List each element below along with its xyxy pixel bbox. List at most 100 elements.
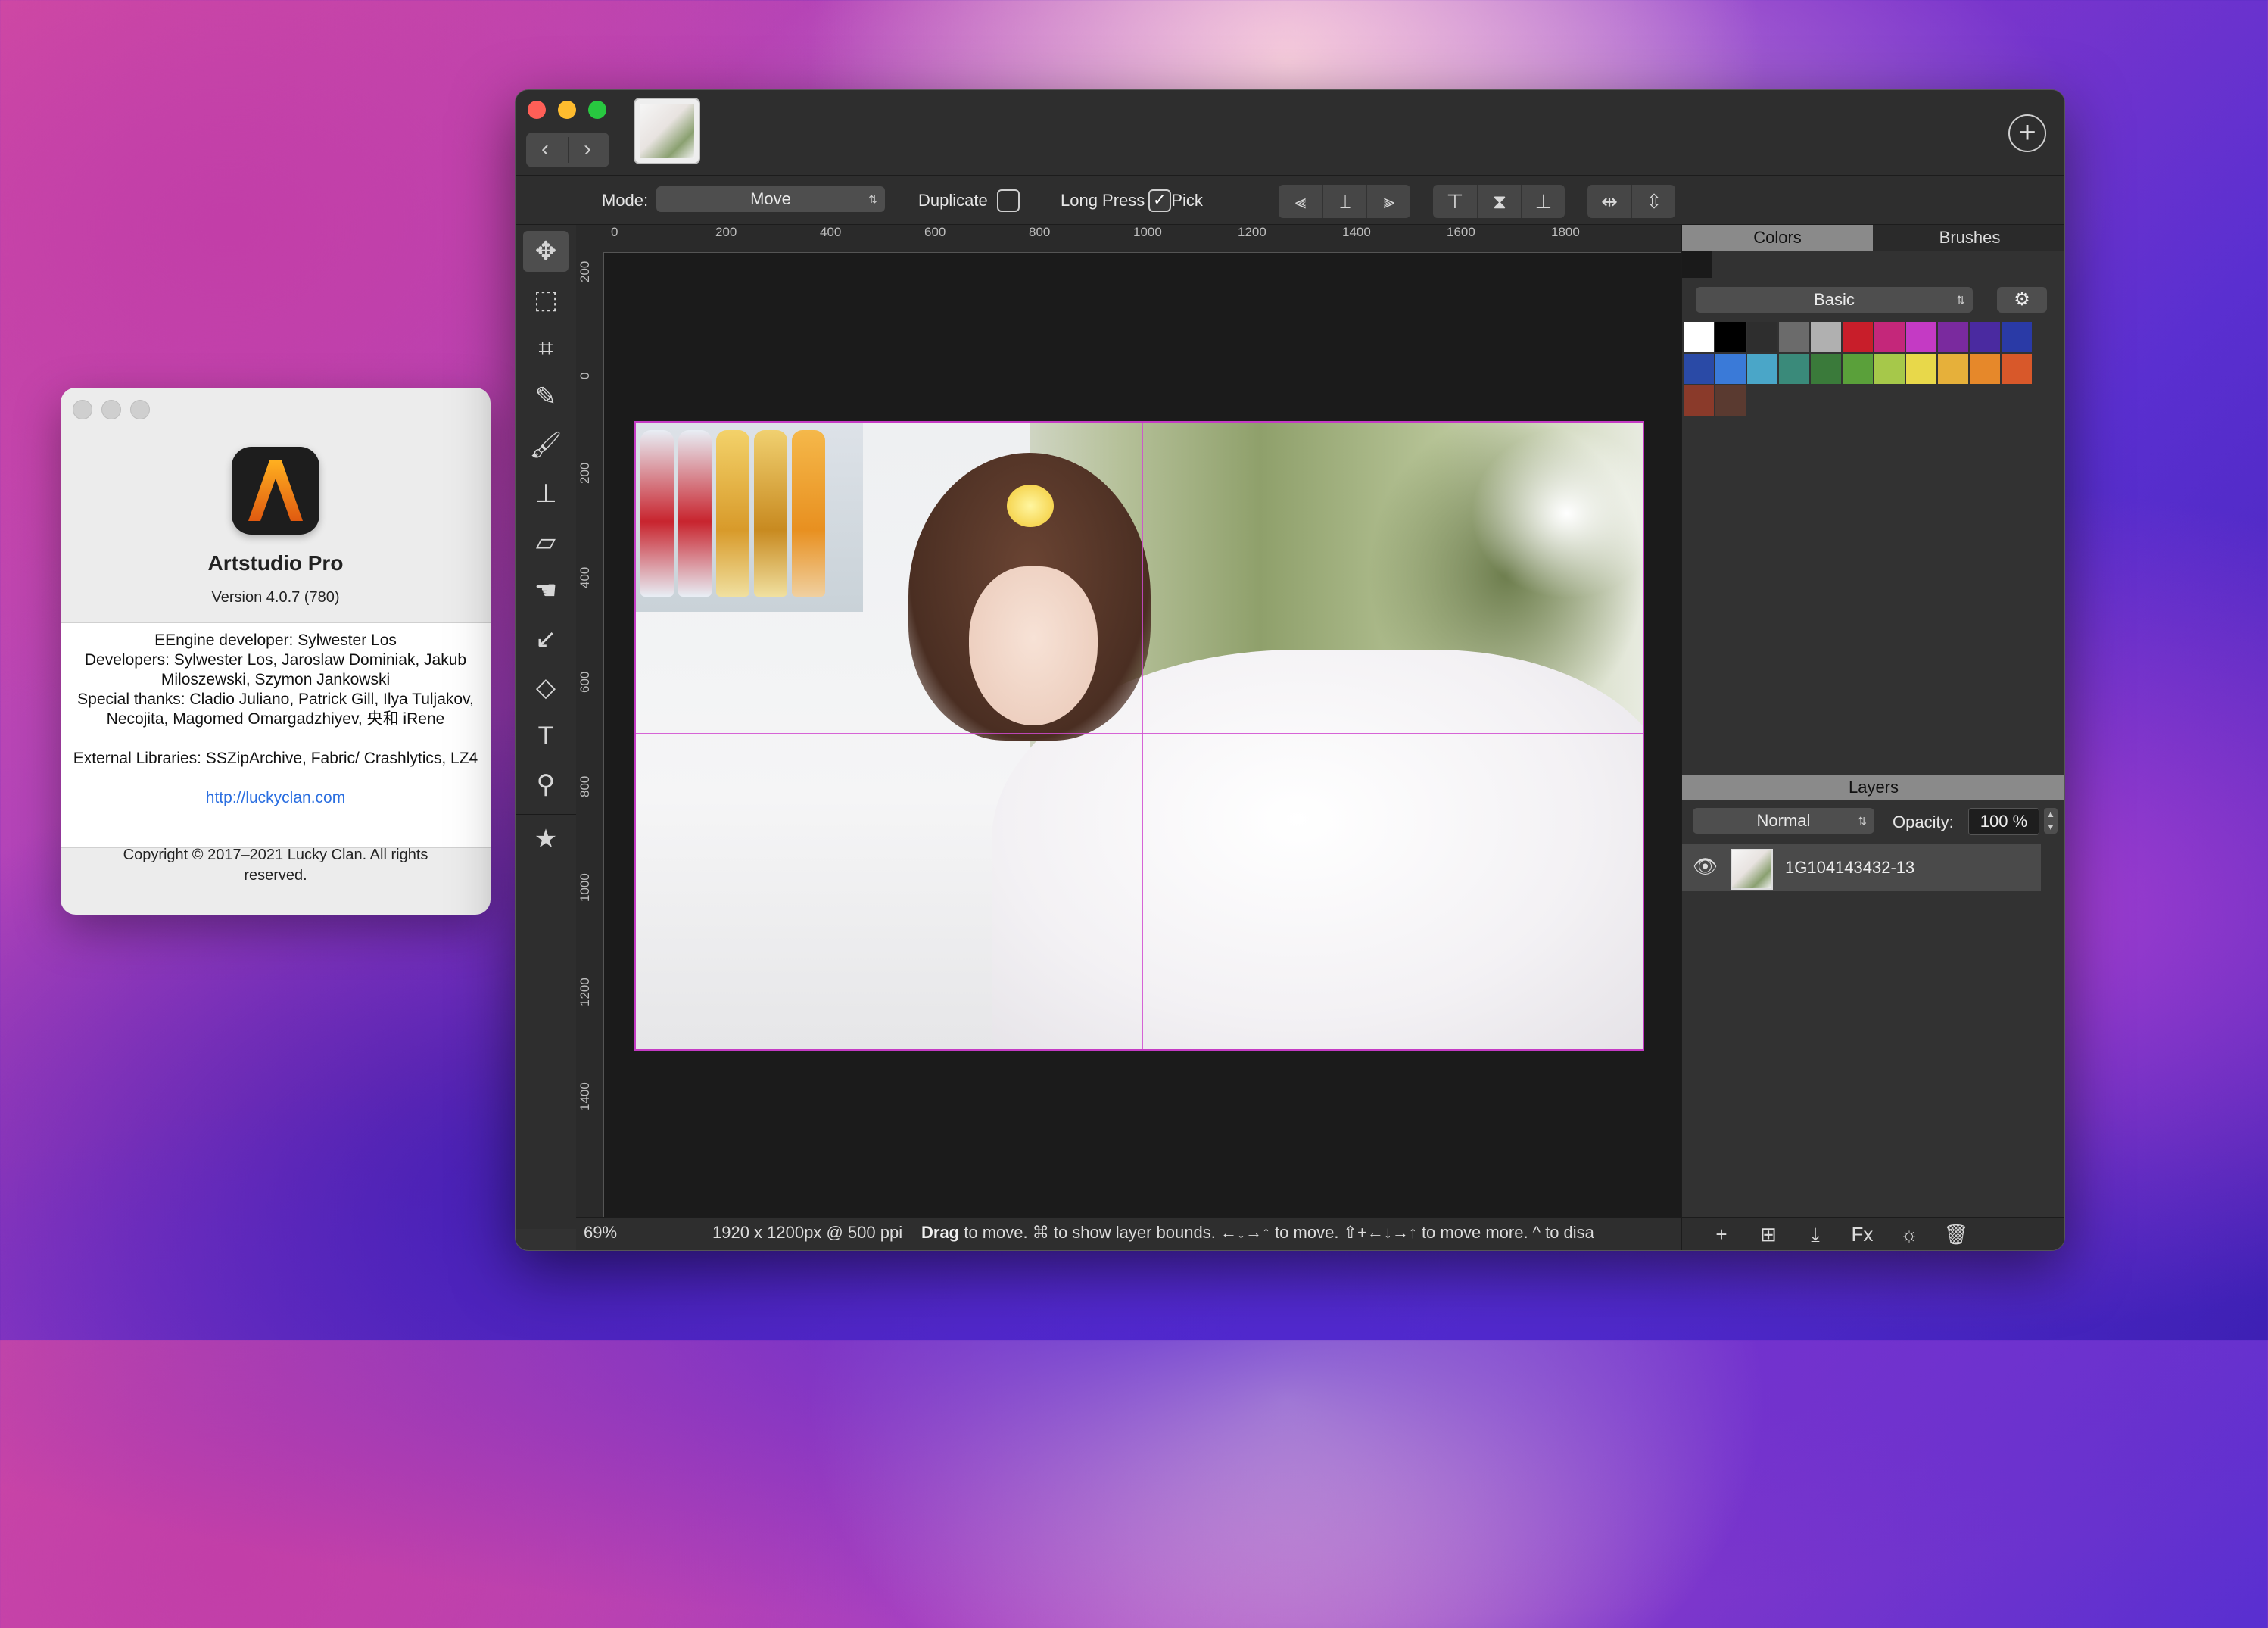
color-swatch[interactable] xyxy=(1684,354,1714,384)
distribute-h-icon[interactable]: ⇹ xyxy=(1587,185,1631,218)
color-swatch[interactable] xyxy=(1874,322,1905,352)
align-top-icon[interactable]: ⊤ xyxy=(1433,185,1477,218)
duplicate-checkbox[interactable] xyxy=(997,189,1020,212)
add-group-icon[interactable]: ⊞ xyxy=(1750,1221,1787,1248)
ruler-label: 400 xyxy=(578,566,592,588)
right-panel: Colors Brushes Basic ⇅ ⚙ Layers Normal ⇅… xyxy=(1681,225,2064,1250)
artstudio-window: ‹ › + Mode: Move ⇅ Duplicate Long Press … xyxy=(515,89,2065,1251)
app-icon xyxy=(232,447,319,535)
minimize-button[interactable] xyxy=(558,101,576,119)
opacity-field[interactable]: 100 % xyxy=(1968,808,2039,835)
credit-line: Special thanks: Cladio Juliano, Patrick … xyxy=(77,691,474,728)
color-swatch[interactable] xyxy=(1779,354,1809,384)
align-center-h-icon[interactable]: ⌶ xyxy=(1322,185,1367,218)
color-swatch[interactable] xyxy=(1970,354,2000,384)
stamp-tool-icon[interactable]: ⊥ xyxy=(523,473,569,514)
minimize-button[interactable] xyxy=(101,400,121,419)
horizontal-guide[interactable] xyxy=(636,733,1643,734)
eye-icon[interactable]: 👁 xyxy=(1693,855,1718,878)
merge-down-icon[interactable]: ⤓ xyxy=(1797,1221,1833,1248)
color-swatch[interactable] xyxy=(1715,354,1746,384)
color-swatch[interactable] xyxy=(1811,322,1841,352)
vertical-guide[interactable] xyxy=(1142,423,1143,1049)
gear-icon[interactable]: ⚙ xyxy=(1997,287,2047,313)
color-swatch[interactable] xyxy=(1779,322,1809,352)
status-bar: 69% 1920 x 1200px @ 500 ppi Drag to move… xyxy=(576,1217,1742,1250)
adjustments-icon[interactable]: ☼ xyxy=(1891,1221,1927,1248)
forward-button[interactable]: › xyxy=(584,136,591,162)
hint-bold: Drag xyxy=(921,1223,960,1242)
align-bottom-icon[interactable]: ⊥ xyxy=(1521,185,1565,218)
zoom-tool-icon[interactable]: ⚲ xyxy=(523,764,569,805)
fx-icon[interactable]: Fx xyxy=(1844,1221,1880,1248)
ruler-label: 200 xyxy=(715,225,737,239)
canvas-area[interactable] xyxy=(604,253,1742,1228)
favorites-star-icon[interactable]: ★ xyxy=(523,819,569,859)
document-info: 1920 x 1200px @ 500 ppi xyxy=(712,1223,903,1242)
fill-tool-icon[interactable]: ◇ xyxy=(523,667,569,708)
align-middle-icon[interactable]: ⧗ xyxy=(1477,185,1522,218)
color-swatch[interactable] xyxy=(1684,322,1714,352)
close-button[interactable] xyxy=(528,101,546,119)
color-swatch[interactable] xyxy=(1843,322,1873,352)
crop-tool-icon[interactable]: ⌗ xyxy=(523,328,569,369)
tab-colors[interactable]: Colors xyxy=(1682,225,1873,251)
options-bar: Mode: Move ⇅ Duplicate Long Press To Pic… xyxy=(516,176,2064,225)
align-right-icon[interactable]: ⫸ xyxy=(1366,185,1411,218)
ruler-label: 1600 xyxy=(1447,225,1475,239)
color-swatch[interactable] xyxy=(1747,322,1777,352)
website-link[interactable]: http://luckyclan.com xyxy=(71,788,480,808)
eraser-tool-icon[interactable]: ▱ xyxy=(523,522,569,563)
align-left-icon[interactable]: ⫷ xyxy=(1279,185,1322,218)
document-thumbnail[interactable] xyxy=(634,98,700,164)
color-swatch[interactable] xyxy=(2002,354,2032,384)
horizontal-align-group: ⫷ ⌶ ⫸ xyxy=(1279,185,1410,218)
zoom-button[interactable] xyxy=(588,101,606,119)
color-swatch[interactable] xyxy=(1747,354,1777,384)
move-tool-icon[interactable]: ✥ xyxy=(523,231,569,272)
back-button[interactable]: ‹ xyxy=(541,136,549,162)
canvas-photo[interactable] xyxy=(634,421,1644,1051)
blur-tool-icon[interactable]: ↙ xyxy=(523,619,569,660)
add-layer-icon[interactable]: + xyxy=(1703,1221,1740,1248)
layer-row[interactable]: 👁 1G104143432-13 xyxy=(1682,844,2041,891)
tools-bar: ✥ ⬚ ⌗ ✎ 🖌 ⊥ ▱ ☚ ↙ ◇ T ⚲ ★ xyxy=(516,225,577,1229)
color-swatch[interactable] xyxy=(1684,385,1714,416)
color-swatch[interactable] xyxy=(1906,354,1936,384)
color-swatch[interactable] xyxy=(1970,322,2000,352)
opacity-stepper[interactable]: ▲ ▼ xyxy=(2044,808,2058,834)
vertical-align-group: ⊤ ⧗ ⊥ xyxy=(1433,185,1565,218)
color-swatch[interactable] xyxy=(1715,322,1746,352)
current-color[interactable] xyxy=(1682,251,1712,278)
ruler-label: 1400 xyxy=(1342,225,1371,239)
palette-select[interactable]: Basic ⇅ xyxy=(1696,287,1973,313)
text-tool-icon[interactable]: T xyxy=(523,716,569,756)
zoom-button[interactable] xyxy=(130,400,150,419)
title-bar: ‹ › + xyxy=(516,90,2064,176)
color-swatch[interactable] xyxy=(1715,385,1746,416)
close-button[interactable] xyxy=(73,400,92,419)
longpress-checkbox[interactable]: ✓ xyxy=(1148,189,1171,212)
trash-icon[interactable]: 🗑 xyxy=(1938,1221,1974,1248)
distribute-v-icon[interactable]: ⇳ xyxy=(1631,185,1676,218)
brush-tool-icon[interactable]: 🖌 xyxy=(523,425,569,466)
plus-circle-icon[interactable]: + xyxy=(2008,114,2046,152)
color-swatch[interactable] xyxy=(1938,354,1968,384)
color-swatch[interactable] xyxy=(2002,322,2032,352)
color-swatch[interactable] xyxy=(1843,354,1873,384)
ruler-label: 0 xyxy=(578,372,592,379)
color-swatch[interactable] xyxy=(1874,354,1905,384)
mode-select[interactable]: Move ⇅ xyxy=(656,186,885,212)
smudge-tool-icon[interactable]: ☚ xyxy=(523,570,569,611)
eyedropper-tool-icon[interactable]: ✎ xyxy=(523,376,569,417)
selection-tool-icon[interactable]: ⬚ xyxy=(523,279,569,320)
ruler-label: 800 xyxy=(1029,225,1051,239)
color-swatch[interactable] xyxy=(1938,322,1968,352)
credits-box[interactable]: EEngine developer: Sylwester Los Develop… xyxy=(61,622,491,848)
blend-mode-select[interactable]: Normal ⇅ xyxy=(1693,808,1874,834)
color-swatch[interactable] xyxy=(1906,322,1936,352)
color-swatch[interactable] xyxy=(1811,354,1841,384)
longpress-label: Long Press To Pick xyxy=(1061,191,1203,210)
ruler-label: 1200 xyxy=(1238,225,1266,239)
tab-brushes[interactable]: Brushes xyxy=(1874,225,2064,251)
